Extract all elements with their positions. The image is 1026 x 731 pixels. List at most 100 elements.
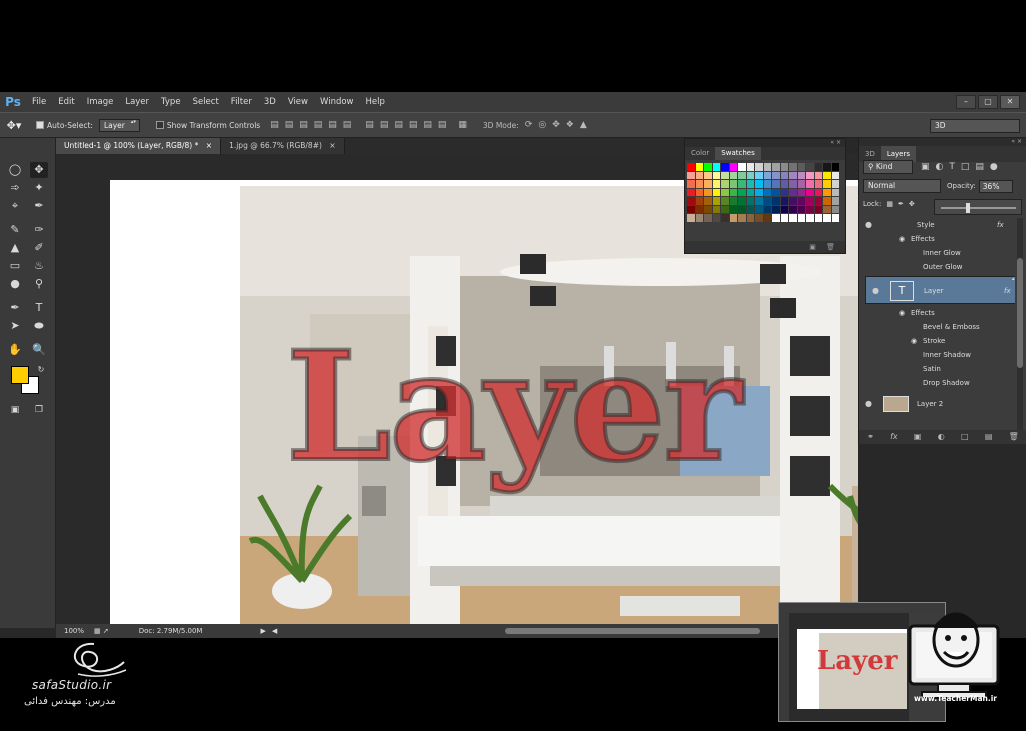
swatch-cell[interactable]	[772, 180, 780, 188]
add-mask-icon[interactable]: ▣	[914, 430, 922, 444]
swatch-cell[interactable]	[823, 171, 831, 179]
move-tool-icon[interactable]: ✥▾	[0, 119, 28, 132]
smart-object-filter-icon[interactable]: ▤	[975, 162, 984, 172]
swatch-cell[interactable]	[738, 214, 746, 222]
swatch-cell[interactable]	[763, 180, 771, 188]
swatch-cell[interactable]	[712, 180, 720, 188]
swatch-cell[interactable]	[831, 163, 839, 171]
canvas-layer-text[interactable]: Layer	[284, 330, 744, 484]
swap-colors-icon[interactable]: ↻	[32, 362, 50, 378]
visibility-eye-icon[interactable]: ●	[865, 394, 872, 414]
panel-collapse-bar[interactable]: « ×	[685, 139, 845, 147]
panel-collapse-bar[interactable]: « ×	[859, 138, 1026, 146]
swatch-cell[interactable]	[831, 180, 839, 188]
visibility-eye-icon[interactable]: ●	[865, 218, 872, 232]
auto-select-checkbox[interactable]	[36, 121, 44, 129]
minimize-button[interactable]: –	[956, 95, 976, 109]
effects-eye-icon[interactable]: ◉	[899, 306, 905, 320]
shape-tool-icon[interactable]: ⬬	[30, 318, 48, 334]
dodge-tool-icon[interactable]: ⚲	[30, 276, 48, 292]
swatch-cell[interactable]	[780, 171, 788, 179]
status-arrow-icon[interactable]: ▶	[260, 624, 265, 638]
layer-row-style[interactable]: ● Style fx	[859, 218, 1015, 232]
menu-image[interactable]: Image	[81, 92, 120, 112]
layer-row-satin[interactable]: Satin	[859, 362, 1015, 376]
swatch-cell[interactable]	[746, 163, 754, 171]
swatch-cell[interactable]	[780, 205, 788, 213]
swatch-cell[interactable]	[729, 205, 737, 213]
crop-tool-icon[interactable]: ⌖	[6, 198, 24, 214]
swatch-cell[interactable]	[746, 197, 754, 205]
swatch-cell[interactable]	[831, 188, 839, 196]
swatch-cell[interactable]	[823, 188, 831, 196]
opacity-slider-track[interactable]	[941, 207, 1016, 209]
swatch-cell[interactable]	[763, 205, 771, 213]
blur-tool-icon[interactable]: ●	[6, 276, 24, 292]
swatch-cell[interactable]	[721, 205, 729, 213]
swatch-cell[interactable]	[729, 214, 737, 222]
menu-window[interactable]: Window	[314, 92, 360, 112]
screen-mode-icon[interactable]: ❐	[30, 402, 48, 418]
hand-tool-icon[interactable]: ✋	[6, 342, 24, 358]
swatch-cell[interactable]	[687, 163, 695, 171]
swatch-cell[interactable]	[789, 163, 797, 171]
pen-tool-icon[interactable]: ✒	[6, 300, 24, 316]
type-filter-icon[interactable]: T	[949, 162, 955, 172]
swatch-cell[interactable]	[729, 197, 737, 205]
swatch-cell[interactable]	[721, 180, 729, 188]
swatch-cell[interactable]	[806, 163, 814, 171]
distribute-hcenter-icon[interactable]: ▤	[423, 120, 432, 130]
swatch-cell[interactable]	[729, 188, 737, 196]
tab-1-jpg[interactable]: 1.jpg @ 66.7% (RGB/8#) ×	[221, 138, 345, 154]
swatch-cell[interactable]	[814, 171, 822, 179]
new-swatch-icon[interactable]: ▣	[809, 243, 816, 251]
link-layers-icon[interactable]: ⚭	[867, 430, 874, 444]
swatch-cell[interactable]	[755, 188, 763, 196]
swatch-cell[interactable]	[712, 188, 720, 196]
scroll-thumb[interactable]	[1017, 258, 1023, 368]
swatch-cell[interactable]	[763, 171, 771, 179]
quick-mask-icon[interactable]: ▣	[6, 402, 24, 418]
filter-toggle-icon[interactable]: ●	[990, 162, 998, 172]
paint-bucket-tool-icon[interactable]: ♨	[30, 258, 48, 274]
swatch-cell[interactable]	[831, 171, 839, 179]
swatch-cell[interactable]	[687, 171, 695, 179]
swatch-cell[interactable]	[797, 214, 805, 222]
swatch-cell[interactable]	[746, 214, 754, 222]
visibility-eye-icon[interactable]: ●	[872, 277, 879, 305]
swatch-cell[interactable]	[772, 205, 780, 213]
fx-icon[interactable]: fx	[997, 218, 1004, 232]
stroke-eye-icon[interactable]: ◉	[911, 334, 917, 348]
swatch-cell[interactable]	[704, 163, 712, 171]
swatch-cell[interactable]	[695, 188, 703, 196]
swatch-cell[interactable]	[823, 180, 831, 188]
swatch-cell[interactable]	[738, 197, 746, 205]
eyedropper-tool-icon[interactable]: ✒	[30, 198, 48, 214]
effects-eye-icon[interactable]: ◉	[899, 232, 905, 246]
type-tool-icon[interactable]: T	[30, 300, 48, 316]
3d-drag-icon[interactable]: ✥	[552, 120, 560, 130]
swatch-cell[interactable]	[772, 197, 780, 205]
swatch-cell[interactable]	[704, 171, 712, 179]
swatch-cell[interactable]	[721, 188, 729, 196]
layer-row-layer-2[interactable]: ● Layer 2	[859, 394, 1015, 414]
layer-row-inner-glow[interactable]: Inner Glow	[859, 246, 1015, 260]
swatch-cell[interactable]	[729, 180, 737, 188]
swatch-cell[interactable]	[712, 171, 720, 179]
auto-align-icon[interactable]: ▦	[458, 120, 467, 130]
move-tool-icon[interactable]: ✥	[30, 162, 48, 178]
menu-view[interactable]: View	[282, 92, 314, 112]
swatch-cell[interactable]	[772, 171, 780, 179]
swatch-cell[interactable]	[695, 163, 703, 171]
menu-help[interactable]: Help	[360, 92, 391, 112]
swatch-cell[interactable]	[695, 180, 703, 188]
eraser-tool-icon[interactable]: ▭	[6, 258, 24, 274]
align-right-icon[interactable]: ▤	[343, 120, 352, 130]
swatch-cell[interactable]	[831, 214, 839, 222]
path-select-tool-icon[interactable]: ➤	[6, 318, 24, 334]
swatch-cell[interactable]	[780, 188, 788, 196]
swatch-cell[interactable]	[695, 205, 703, 213]
swatch-cell[interactable]	[687, 180, 695, 188]
distribute-bottom-icon[interactable]: ▤	[394, 120, 403, 130]
swatch-cell[interactable]	[814, 205, 822, 213]
